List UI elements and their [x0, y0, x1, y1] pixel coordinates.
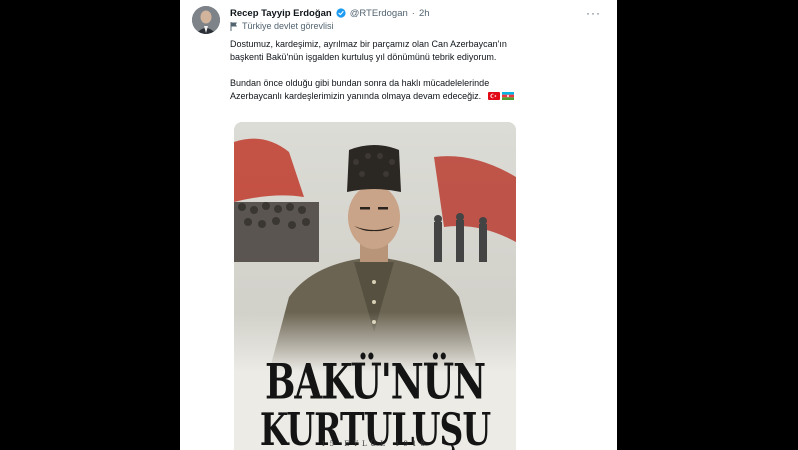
turkey-flag-icon	[487, 92, 500, 100]
flag-label-icon	[230, 21, 237, 31]
tweet-header: Recep Tayyip Erdoğan @RTErdogan · 2h ···	[230, 6, 607, 20]
handle[interactable]: @RTErdogan	[350, 8, 408, 19]
tweet-text: Dostumuz, kardeşimiz, ayrılmaz bir parça…	[230, 38, 610, 103]
avatar[interactable]	[192, 6, 220, 34]
avatar-image	[192, 6, 220, 34]
timestamp[interactable]: 2h	[419, 8, 430, 19]
poster-date: 15 EYLÜL 1918	[321, 440, 429, 448]
more-options-icon[interactable]: ···	[586, 6, 601, 20]
tweet-line: Dostumuz, kardeşimiz, ayrılmaz bir parça…	[230, 39, 507, 49]
government-label-text: Türkiye devlet görevlisi	[242, 21, 334, 31]
verified-badge-icon	[336, 8, 346, 18]
tweet-paragraph-2: Bundan önce olduğu gibi bundan sonra da …	[230, 77, 610, 103]
government-label[interactable]: Türkiye devlet görevlisi	[230, 21, 334, 31]
tweet-paragraph-1: Dostumuz, kardeşimiz, ayrılmaz bir parça…	[230, 38, 610, 64]
display-name[interactable]: Recep Tayyip Erdoğan	[230, 8, 332, 19]
tweet-card[interactable]: Recep Tayyip Erdoğan @RTErdogan · 2h ···…	[180, 0, 617, 450]
azerbaijan-flag-icon	[501, 92, 514, 100]
tweet-line: Azerbaycanlı kardeşlerimizin yanında olm…	[230, 91, 482, 101]
tweet-line: başkenti Bakü'nün işgalden kurtuluş yıl …	[230, 52, 497, 62]
flag-emojis	[487, 92, 514, 100]
separator: ·	[411, 7, 415, 19]
tweet-line: Bundan önce olduğu gibi bundan sonra da …	[230, 78, 490, 88]
tweet-media-image[interactable]: BAKÜ'NÜN KURTULUŞU 15 EYLÜL 1918	[234, 122, 516, 450]
